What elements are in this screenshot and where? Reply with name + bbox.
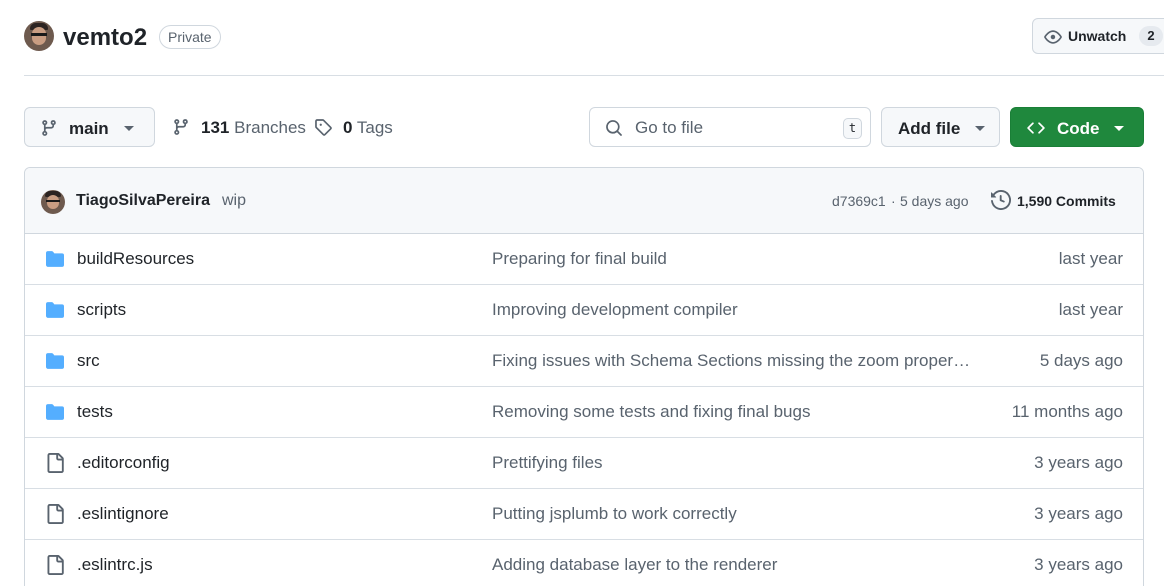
file-name-link[interactable]: scripts: [77, 300, 126, 320]
file-commit-message-link[interactable]: Fixing issues with Schema Sections missi…: [492, 351, 977, 371]
tags-label: Tags: [356, 118, 393, 137]
watch-count: 2: [1139, 26, 1163, 46]
file-name-link[interactable]: tests: [77, 402, 113, 422]
folder-icon: [44, 352, 66, 375]
file-icon: [45, 504, 65, 529]
file-commit-time: 3 years ago: [1034, 555, 1123, 574]
commit-sha[interactable]: d7369c1: [832, 193, 886, 209]
branches-label: Branches: [234, 118, 306, 137]
file-table: TiagoSilvaPereira wip d7369c1 · 5 days a…: [24, 167, 1144, 586]
repo-header: vemto2 Private Unwatch 2: [24, 0, 1164, 76]
branches-count: 131: [201, 118, 230, 137]
file-name-link[interactable]: .editorconfig: [77, 453, 170, 473]
file-name-link[interactable]: src: [77, 351, 100, 371]
code-label: Code: [1057, 119, 1100, 138]
file-row[interactable]: tests Removing some tests and fixing fina…: [25, 387, 1143, 438]
eye-icon: [1044, 28, 1062, 51]
file-commit-message-link[interactable]: Prettifying files: [492, 453, 977, 473]
git-branch-icon: [40, 119, 58, 142]
repo-name[interactable]: vemto2: [63, 24, 147, 52]
owner-avatar[interactable]: [24, 21, 54, 51]
go-to-file-search[interactable]: t: [589, 107, 871, 147]
file-commit-time: 5 days ago: [1039, 351, 1123, 370]
add-file-label: Add file: [898, 119, 961, 138]
branches-link[interactable]: 131 Branches: [201, 118, 306, 138]
file-row[interactable]: buildResources Preparing for final build l…: [25, 234, 1143, 285]
file-commit-time: 3 years ago: [1034, 504, 1123, 523]
tags-count: 0: [343, 118, 353, 137]
folder-icon: [44, 250, 66, 273]
git-branch-icon: [172, 118, 190, 141]
file-row[interactable]: .eslintrc.js Adding database layer to the…: [25, 540, 1143, 586]
search-shortcut-hint: t: [843, 118, 862, 139]
tag-icon: [314, 118, 332, 141]
chevron-down-icon: [1114, 126, 1124, 131]
branch-select-button[interactable]: main: [24, 107, 155, 147]
file-row[interactable]: .eslintignore Putting jsplumb to work cor…: [25, 489, 1143, 540]
commit-message[interactable]: wip: [222, 192, 246, 210]
file-commit-message-link[interactable]: Putting jsplumb to work correctly: [492, 504, 977, 524]
file-name-link[interactable]: .eslintignore: [77, 504, 169, 524]
unwatch-label: Unwatch: [1068, 28, 1127, 44]
commits-count-link[interactable]: 1,590 Commits: [1017, 193, 1116, 209]
commit-time: 5 days ago: [900, 193, 969, 209]
file-commit-message-link[interactable]: Improving development compiler: [492, 300, 977, 320]
file-row[interactable]: src Fixing issues with Schema Sections mi…: [25, 336, 1143, 387]
latest-commit-bar: TiagoSilvaPereira wip d7369c1 · 5 days a…: [25, 168, 1143, 234]
file-commit-message-link[interactable]: Removing some tests and fixing final bug…: [492, 402, 977, 422]
search-icon: [605, 119, 623, 142]
search-input[interactable]: [635, 116, 825, 140]
file-name-link[interactable]: buildResources: [77, 249, 194, 269]
branch-name: main: [69, 119, 109, 138]
folder-icon: [44, 301, 66, 324]
file-icon: [45, 453, 65, 478]
chevron-down-icon: [975, 126, 985, 131]
unwatch-button[interactable]: Unwatch 2: [1032, 18, 1164, 54]
file-commit-time: last year: [1058, 300, 1123, 319]
commit-separator: ·: [891, 193, 896, 209]
file-name-link[interactable]: .eslintrc.js: [77, 555, 153, 575]
commit-author-avatar[interactable]: [41, 190, 65, 214]
tags-link[interactable]: 0 Tags: [343, 118, 393, 138]
code-button[interactable]: Code: [1010, 107, 1144, 147]
file-commit-message-link[interactable]: Preparing for final build: [492, 249, 977, 269]
add-file-button[interactable]: Add file: [881, 107, 1000, 147]
file-row[interactable]: .editorconfig Prettifying files 3 years ag…: [25, 438, 1143, 489]
file-commit-time: last year: [1058, 249, 1123, 268]
history-icon[interactable]: [991, 189, 1012, 215]
file-commit-time: 11 months ago: [1011, 402, 1123, 421]
visibility-badge: Private: [159, 25, 221, 49]
code-icon: [1026, 119, 1046, 142]
chevron-down-icon: [124, 126, 134, 131]
file-commit-time: 3 years ago: [1034, 453, 1123, 472]
file-commit-message-link[interactable]: Adding database layer to the renderer: [492, 555, 977, 575]
file-row[interactable]: scripts Improving development compiler las…: [25, 285, 1143, 336]
commit-author[interactable]: TiagoSilvaPereira: [76, 192, 210, 210]
file-icon: [45, 555, 65, 580]
folder-icon: [44, 403, 66, 426]
